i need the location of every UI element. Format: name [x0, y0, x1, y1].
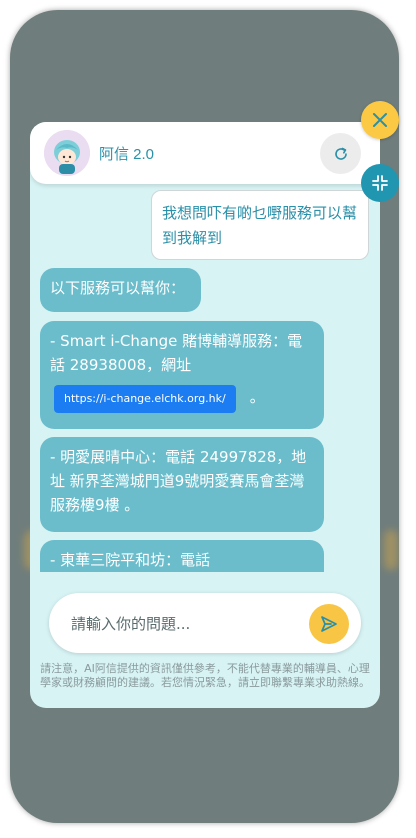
avatar-illustration: [44, 130, 90, 176]
bot-message: - 東華三院平和坊：電話: [40, 540, 324, 572]
shrink-icon: [372, 175, 388, 191]
chat-header: 阿信 2.0: [30, 122, 380, 184]
refresh-icon: [334, 147, 347, 160]
close-icon: [373, 113, 387, 127]
input-bar: [49, 593, 361, 653]
disclaimer-text: 請注意，AI阿信提供的資訊僅供參考，不能代替專業的輔導員、心理學家或財務顧問的建…: [40, 662, 370, 689]
service-link-button[interactable]: https://i-change.elchk.org.hk/: [54, 385, 236, 413]
send-icon: [321, 616, 337, 632]
background-glow-right: [384, 530, 398, 570]
bot-message-text: - Smart i-Change 賭博輔導服務：電話 28938008，網址: [50, 332, 303, 374]
bot-message: - 明愛展晴中心：電話 24997828，地址 新界荃灣城門道9號明愛賽馬會荃灣…: [40, 437, 324, 532]
shrink-button[interactable]: [361, 164, 399, 202]
user-message: 我想問吓有啲乜嘢服務可以幫到我解到: [151, 190, 369, 260]
bot-message: 以下服務可以幫你：: [40, 268, 201, 312]
chat-title: 阿信 2.0: [99, 146, 155, 163]
message-input[interactable]: [69, 611, 293, 637]
bot-message: - Smart i-Change 賭博輔導服務：電話 28938008，網址 h…: [40, 321, 324, 429]
chat-panel: 阿信 2.0 我想問吓有啲乜嘢服務可以幫到我解到 以下服務可以幫你： - Sma…: [30, 122, 380, 708]
close-button[interactable]: [361, 101, 399, 139]
send-button[interactable]: [309, 604, 349, 644]
message-list[interactable]: 我想問吓有啲乜嘢服務可以幫到我解到 以下服務可以幫你： - Smart i-Ch…: [30, 184, 380, 572]
bot-message-end: 。: [249, 388, 265, 406]
avatar: [44, 130, 90, 176]
refresh-button[interactable]: [320, 133, 361, 174]
